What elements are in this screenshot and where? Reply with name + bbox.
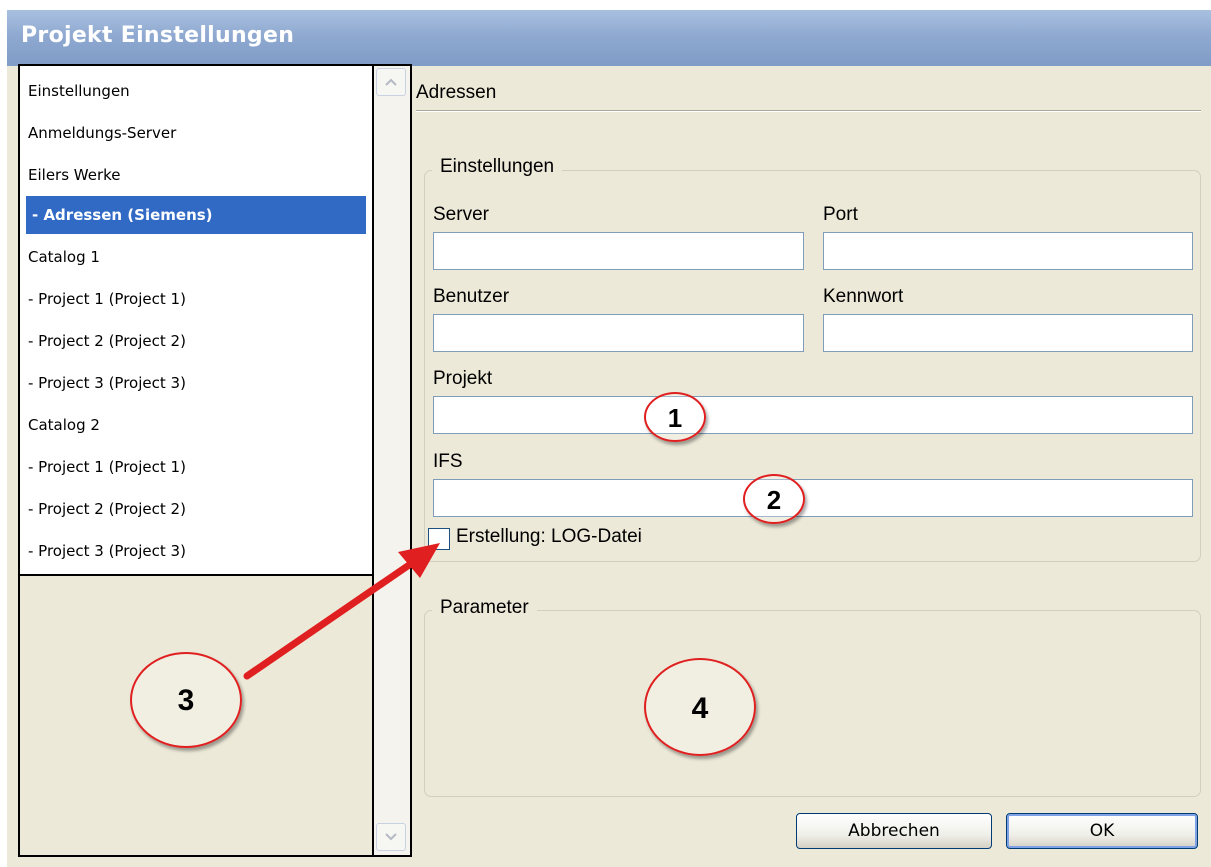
annotation-marker-4: 4 bbox=[644, 658, 756, 756]
annotation-marker-3: 3 bbox=[130, 652, 242, 748]
annotation-marker-2: 2 bbox=[743, 474, 805, 524]
arrow-shaft bbox=[243, 559, 416, 680]
arrow-head bbox=[398, 543, 440, 578]
annotation-marker-1: 1 bbox=[644, 392, 706, 442]
